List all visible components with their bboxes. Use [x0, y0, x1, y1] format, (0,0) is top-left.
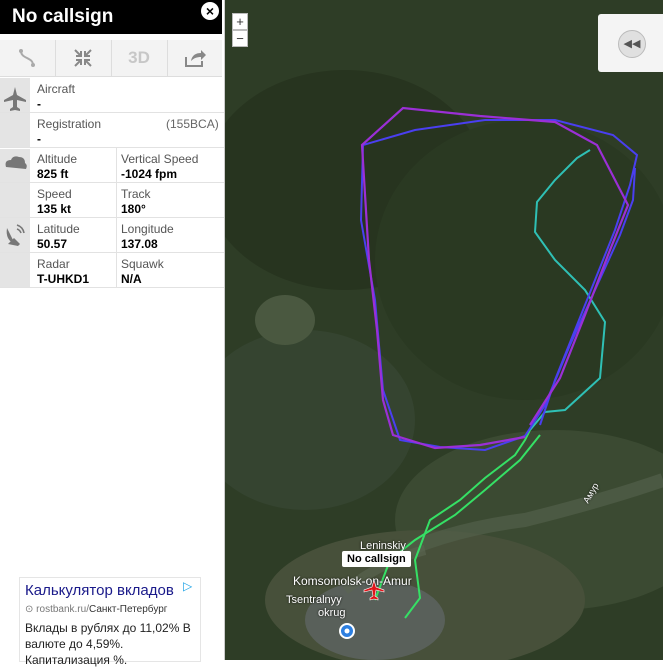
route-button[interactable] [0, 40, 54, 76]
flight-info-panel: No callsign × 3D Aircraft - Registration… [0, 0, 225, 667]
flight-track [359, 106, 639, 619]
flight-toolbar: 3D [0, 40, 222, 77]
speed-label: Speed [37, 187, 72, 201]
flight-map-label[interactable]: No callsign [342, 551, 411, 567]
radar-value: T-UHKD1 [37, 272, 90, 286]
vertical-speed-value: -1024 fpm [121, 167, 178, 181]
ad-url-city: Санкт-Петербург [88, 604, 168, 615]
close-button[interactable]: × [201, 2, 219, 20]
playback-panel: ◀◀ [598, 14, 663, 72]
registration-value: - [37, 132, 41, 146]
registration-row: Registration (155BCA) - [0, 113, 224, 148]
ad-block[interactable]: Калькулятор вкладов ▷ ⊙ rostbank.ru/Санк… [19, 577, 201, 667]
zoom-in-button[interactable]: + [232, 13, 248, 30]
vertical-speed-label: Vertical Speed [121, 152, 199, 166]
ad-body-more: Капитализация %. [25, 653, 128, 667]
registration-label: Registration [37, 117, 102, 131]
squawk-label: Squawk [121, 257, 164, 271]
latitude-label: Latitude [37, 222, 80, 236]
altitude-label: Altitude [37, 152, 78, 166]
ad-body-text: Вклады в рублях до 11,02% В валюте до 4,… [25, 621, 191, 651]
altitude-row: Altitude 825 ft Vertical Speed -1024 fpm [0, 148, 224, 183]
district-label-1: Tsentralnyy [286, 594, 342, 606]
registration-code: (155BCA) [166, 117, 219, 131]
squawk-value: N/A [121, 272, 142, 286]
longitude-label: Longitude [121, 222, 174, 236]
radar-row: Radar T-UHKD1 Squawk N/A [0, 253, 224, 288]
district-label-2: okrug [318, 607, 346, 619]
map-view[interactable]: + − ◀◀ Амур Leninskiy Komsomolsk-on-Amur… [225, 0, 663, 660]
speed-value: 135 kt [37, 202, 72, 216]
aircraft-label: Aircraft [37, 82, 76, 96]
collapse-icon [74, 49, 92, 67]
share-icon [185, 50, 206, 67]
rewind-button[interactable]: ◀◀ [618, 30, 646, 58]
ad-url[interactable]: ⊙ rostbank.ru/Санкт-Петербург [25, 604, 167, 615]
track-segment-green [404, 429, 531, 619]
3d-view-button[interactable]: 3D [111, 40, 166, 76]
aircraft-row: Aircraft - [0, 78, 224, 113]
city-label: Komsomolsk-on-Amur [293, 574, 412, 588]
radar-label: Radar [37, 257, 70, 271]
aircraft-value: - [37, 97, 41, 111]
share-button[interactable] [167, 40, 222, 76]
location-pin-icon[interactable] [339, 623, 355, 639]
track-value: 180° [121, 202, 146, 216]
position-row: Latitude 50.57 Longitude 137.08 [0, 218, 224, 253]
zoom-out-button[interactable]: − [232, 30, 248, 47]
title-bar: No callsign × [0, 0, 222, 34]
ad-globe-icon: ⊙ [25, 604, 37, 615]
longitude-value: 137.08 [121, 237, 158, 251]
track-segment-purple [360, 106, 630, 450]
altitude-value: 825 ft [37, 167, 69, 181]
ad-url-domain: rostbank.ru/ [36, 604, 89, 615]
adchoices-icon[interactable]: ▷ [183, 579, 192, 593]
track-label: Track [121, 187, 151, 201]
ad-title[interactable]: Калькулятор вкладов [25, 582, 174, 599]
aircraft-marker-icon[interactable] [362, 578, 386, 602]
latitude-value: 50.57 [37, 237, 68, 251]
speed-row: Speed 135 kt Track 180° [0, 183, 224, 218]
callsign-title: No callsign [12, 6, 114, 27]
ad-body: Вклады в рублях до 11,02% В валюте до 4,… [25, 620, 200, 668]
route-icon [19, 49, 35, 67]
collapse-button[interactable] [55, 40, 110, 76]
